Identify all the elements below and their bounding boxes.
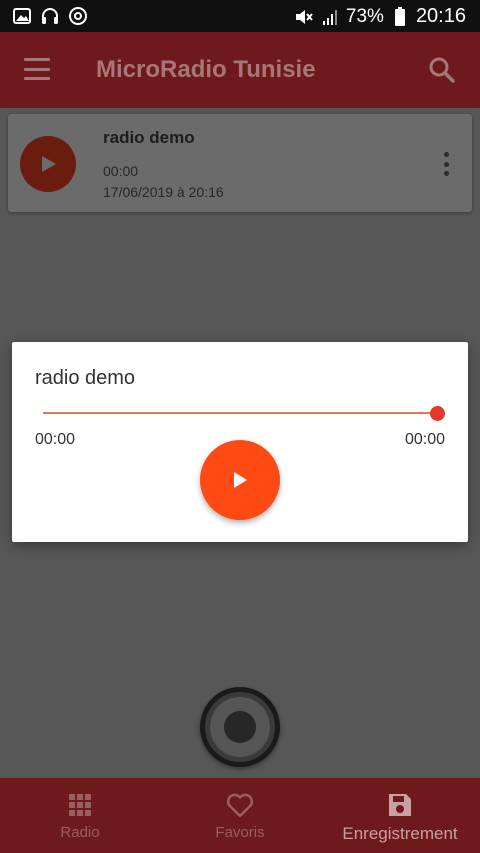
dialog-title: radio demo <box>35 367 136 389</box>
dialog-play-button[interactable] <box>200 440 280 520</box>
play-icon <box>42 156 56 172</box>
recording-list-item[interactable]: radio demo 00:00 17/06/2019 à 20:16 <box>8 114 472 212</box>
status-right: 73% 20:16 <box>294 5 466 28</box>
mute-icon <box>294 7 314 27</box>
grid-icon <box>69 794 91 816</box>
seek-bar[interactable] <box>43 412 437 414</box>
image-icon <box>12 6 32 26</box>
seek-thumb[interactable] <box>430 406 445 421</box>
nav-label-favoris: Favoris <box>215 824 265 841</box>
status-left-icons <box>12 6 88 26</box>
nav-item-radio[interactable]: Radio <box>0 778 160 853</box>
search-icon[interactable] <box>428 56 456 84</box>
play-icon <box>234 472 247 488</box>
nav-item-favoris[interactable]: Favoris <box>160 778 320 853</box>
headset-icon <box>40 6 60 26</box>
status-time: 20:16 <box>415 5 466 27</box>
total-time: 00:00 <box>404 431 445 448</box>
recording-duration: 00:00 <box>103 163 139 179</box>
recording-date: 17/06/2019 à 20:16 <box>103 184 224 200</box>
record-button[interactable] <box>200 687 280 767</box>
nav-label-enregistrement: Enregistrement <box>342 824 458 843</box>
battery-percent: 73% <box>345 5 384 27</box>
elapsed-time: 00:00 <box>35 431 76 448</box>
recording-title: radio demo <box>103 128 195 147</box>
at-sign-icon <box>68 6 88 26</box>
menu-icon[interactable] <box>24 58 50 80</box>
record-ring <box>210 697 270 757</box>
bottom-navigation: Radio Favoris Enregistrement <box>0 778 480 853</box>
signal-icon <box>320 7 340 27</box>
status-bar: 73% 20:16 <box>0 0 480 32</box>
recording-play-button[interactable] <box>20 136 76 192</box>
record-icon <box>224 711 256 743</box>
player-dialog: radio demo 00:00 00:00 <box>12 342 468 542</box>
app-bar: MicroRadio Tunisie <box>0 32 480 108</box>
app-title: MicroRadio Tunisie <box>96 56 316 83</box>
nav-label-radio: Radio <box>60 824 100 841</box>
more-options-icon[interactable] <box>444 152 450 176</box>
nav-item-enregistrement[interactable]: Enregistrement <box>320 778 480 853</box>
battery-icon <box>390 6 410 27</box>
floppy-disk-icon <box>389 794 411 816</box>
heart-icon <box>226 793 254 818</box>
